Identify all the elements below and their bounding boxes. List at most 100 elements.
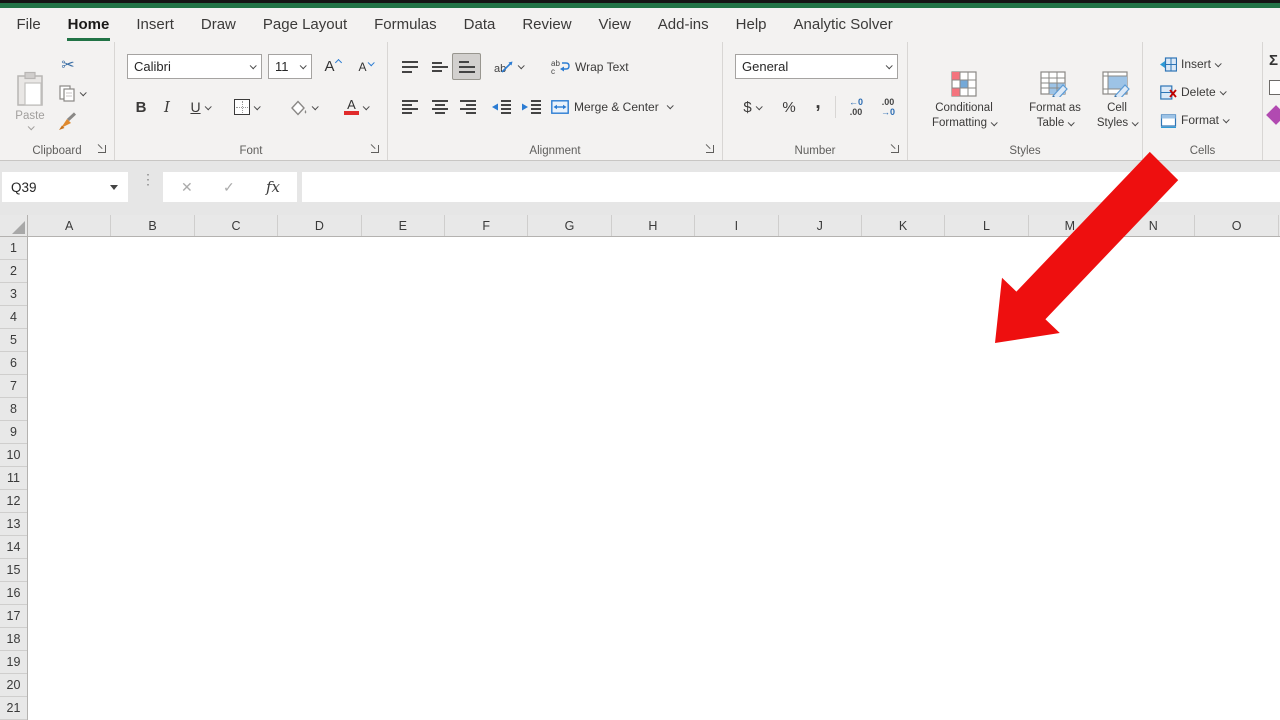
- column-header-C[interactable]: C: [195, 215, 279, 236]
- font-family-combobox[interactable]: Calibri: [127, 54, 262, 79]
- row-header-4[interactable]: 4: [0, 306, 27, 329]
- row-header-5[interactable]: 5: [0, 329, 27, 352]
- tab-add-ins[interactable]: Add-ins: [644, 8, 722, 42]
- tab-insert[interactable]: Insert: [123, 8, 188, 42]
- select-all-corner[interactable]: [0, 215, 28, 236]
- tab-draw[interactable]: Draw: [187, 8, 249, 42]
- tab-formulas[interactable]: Formulas: [361, 8, 451, 42]
- row-header-8[interactable]: 8: [0, 398, 27, 421]
- percent-style-button[interactable]: %: [775, 94, 803, 120]
- middle-align-button[interactable]: [426, 54, 453, 79]
- enter-icon[interactable]: ✓: [223, 179, 235, 196]
- tab-view[interactable]: View: [585, 8, 644, 42]
- clear-icon[interactable]: [1266, 105, 1280, 125]
- column-header-E[interactable]: E: [362, 215, 445, 236]
- bold-button[interactable]: B: [129, 94, 153, 120]
- row-header-1[interactable]: 1: [0, 237, 27, 260]
- center-button[interactable]: [426, 94, 453, 119]
- row-header-10[interactable]: 10: [0, 444, 27, 467]
- font-size-combobox[interactable]: 11: [268, 54, 312, 79]
- shrink-font-button[interactable]: A: [351, 54, 380, 79]
- comma-style-button[interactable]: ,: [807, 92, 829, 120]
- column-header-L[interactable]: L: [945, 215, 1029, 236]
- row-header-15[interactable]: 15: [0, 559, 27, 582]
- row-header-6[interactable]: 6: [0, 352, 27, 375]
- column-header-H[interactable]: H: [612, 215, 696, 236]
- format-painter-button[interactable]: [55, 108, 81, 134]
- insert-function-icon[interactable]: fx: [266, 178, 280, 196]
- row-header-13[interactable]: 13: [0, 513, 27, 536]
- number-dialog-launcher-icon[interactable]: [889, 143, 900, 154]
- cancel-icon[interactable]: ✕: [181, 179, 193, 196]
- increase-decimal-button[interactable]: ←0 .00: [841, 94, 871, 120]
- cut-button[interactable]: ✂: [55, 52, 81, 78]
- column-header-D[interactable]: D: [278, 215, 362, 236]
- row-header-17[interactable]: 17: [0, 605, 27, 628]
- row-header-2[interactable]: 2: [0, 260, 27, 283]
- row-header-3[interactable]: 3: [0, 283, 27, 306]
- tab-review[interactable]: Review: [509, 8, 585, 42]
- row-header-20[interactable]: 20: [0, 674, 27, 697]
- autosum-icon[interactable]: Σ: [1269, 52, 1278, 69]
- row-header-12[interactable]: 12: [0, 490, 27, 513]
- column-header-G[interactable]: G: [528, 215, 612, 236]
- column-header-A[interactable]: A: [28, 215, 112, 236]
- copy-button[interactable]: [53, 80, 91, 106]
- borders-button[interactable]: [225, 94, 267, 120]
- row-header-11[interactable]: 11: [0, 467, 27, 490]
- tab-page-layout[interactable]: Page Layout: [249, 8, 360, 42]
- row-header-9[interactable]: 9: [0, 421, 27, 444]
- sheet-canvas[interactable]: [28, 237, 1280, 720]
- column-header-J[interactable]: J: [779, 215, 862, 236]
- font-dialog-launcher-icon[interactable]: [369, 143, 380, 154]
- underline-button[interactable]: U: [181, 94, 219, 120]
- bottom-align-button[interactable]: [452, 53, 481, 80]
- insert-cells-button[interactable]: Insert: [1155, 53, 1225, 75]
- row-header-21[interactable]: 21: [0, 697, 27, 720]
- fill-color-button[interactable]: [281, 94, 323, 120]
- increase-indent-button[interactable]: [518, 94, 545, 119]
- format-cells-button[interactable]: Format: [1155, 109, 1233, 131]
- tab-home[interactable]: Home: [54, 8, 123, 42]
- top-align-button[interactable]: [396, 54, 423, 79]
- column-header-F[interactable]: F: [445, 215, 529, 236]
- column-header-O[interactable]: O: [1195, 215, 1279, 236]
- merge-center-button[interactable]: Merge & Center: [550, 94, 710, 119]
- tab-analytic-solver[interactable]: Analytic Solver: [780, 8, 906, 42]
- decrease-indent-button[interactable]: [488, 94, 515, 119]
- font-color-button[interactable]: A: [335, 94, 377, 120]
- tab-help[interactable]: Help: [722, 8, 780, 42]
- italic-button[interactable]: I: [155, 94, 179, 120]
- tab-file[interactable]: File: [3, 8, 54, 42]
- align-right-button[interactable]: [454, 94, 481, 119]
- formula-input[interactable]: [302, 172, 1280, 202]
- number-format-combobox[interactable]: General: [735, 54, 898, 79]
- cell-styles-button[interactable]: Cell Styles: [1094, 50, 1140, 152]
- row-header-16[interactable]: 16: [0, 582, 27, 605]
- orientation-button[interactable]: ab: [488, 54, 528, 79]
- tab-data[interactable]: Data: [450, 8, 509, 42]
- row-header-19[interactable]: 19: [0, 651, 27, 674]
- column-header-N[interactable]: N: [1112, 215, 1196, 236]
- accounting-format-button[interactable]: $: [735, 94, 769, 120]
- conditional-formatting-button[interactable]: Conditional Formatting: [912, 50, 1016, 152]
- name-box[interactable]: Q39: [2, 172, 128, 202]
- row-header-14[interactable]: 14: [0, 536, 27, 559]
- column-header-B[interactable]: B: [111, 215, 195, 236]
- formula-bar-handle-icon[interactable]: ⋮: [141, 172, 155, 186]
- column-header-K[interactable]: K: [862, 215, 946, 236]
- delete-cells-button[interactable]: Delete: [1155, 81, 1230, 103]
- column-header-M[interactable]: M: [1029, 215, 1113, 236]
- alignment-dialog-launcher-icon[interactable]: [704, 143, 715, 154]
- clipboard-dialog-launcher-icon[interactable]: [96, 143, 107, 154]
- row-header-7[interactable]: 7: [0, 375, 27, 398]
- row-header-18[interactable]: 18: [0, 628, 27, 651]
- decrease-decimal-button[interactable]: .00 →0: [873, 94, 903, 120]
- wrap-text-button[interactable]: ab c Wrap Text: [550, 54, 660, 79]
- format-as-table-button[interactable]: Format as Table: [1018, 50, 1092, 152]
- fill-icon[interactable]: [1269, 80, 1280, 95]
- paste-button[interactable]: Paste: [8, 50, 52, 150]
- column-header-I[interactable]: I: [695, 215, 779, 236]
- align-left-button[interactable]: [396, 94, 423, 119]
- grow-font-button[interactable]: A: [318, 54, 347, 79]
